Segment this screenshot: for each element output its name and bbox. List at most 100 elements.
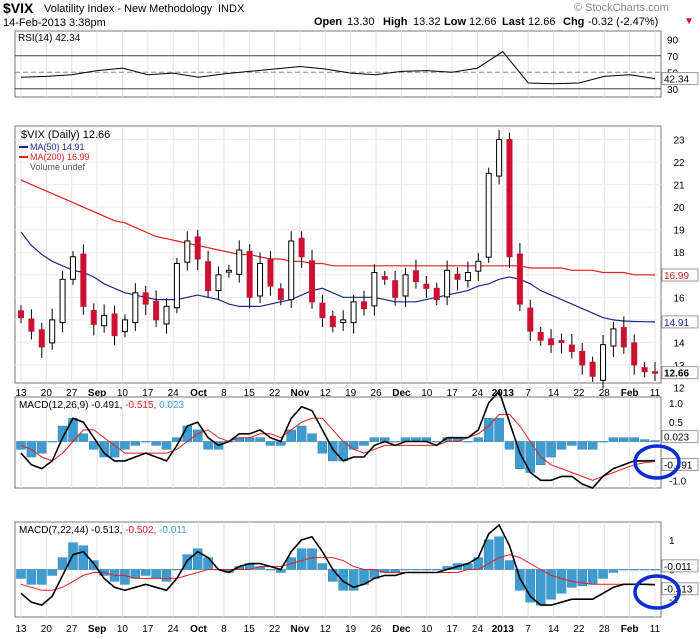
macd2-histogram-bar <box>639 569 650 571</box>
macd2-histogram-bar <box>504 560 515 570</box>
macd2-x-tick-label: 28 <box>599 624 611 635</box>
candle-body <box>600 344 607 381</box>
candle-body <box>423 283 430 289</box>
candle-body <box>184 240 191 263</box>
macd2-x-tick-label: 2013 <box>492 624 515 635</box>
candle-body <box>153 300 160 321</box>
macd2-histogram-bar <box>525 569 536 603</box>
macd1-histogram-bar <box>650 440 660 442</box>
macd1-histogram-bar <box>265 441 276 446</box>
macd1-legend-part-2: -0.515, <box>125 400 159 411</box>
candle-body <box>173 263 180 309</box>
candle-body <box>90 309 97 325</box>
candle-body <box>319 302 326 319</box>
macd2-x-tick-label: Oct <box>190 624 207 635</box>
macd2-x-tick-label: 17 <box>447 624 459 635</box>
macd2-histogram-bar <box>619 569 629 571</box>
candle-body <box>485 172 492 258</box>
candle-body <box>641 367 648 373</box>
macd1-histogram-bar <box>307 433 317 442</box>
candle-body <box>568 344 575 352</box>
rsi-last-value: 42.34 <box>664 75 689 86</box>
price-legend-ma50: MA(50) 14.91 <box>30 142 85 152</box>
price-y-tick-label: 12 <box>673 384 685 395</box>
macd2-histogram-bar <box>172 569 182 571</box>
macd2-x-tick-label: 11 <box>650 624 661 635</box>
macd1-legend-part-3: 0.023 <box>159 400 184 411</box>
candle-body <box>589 361 596 377</box>
macd1-legend: MACD(12,26,9) -0.491, -0.515, 0.023 <box>19 400 185 411</box>
macd2-histogram-bar <box>598 569 608 579</box>
ma200-last-value: 16.99 <box>664 271 689 282</box>
candle-body <box>59 278 66 324</box>
macd1-histogram-bar <box>130 441 141 446</box>
candle-body <box>548 338 555 346</box>
macd2-x-tick-label: 22 <box>573 624 585 635</box>
macd1-histogram-bar <box>577 441 587 450</box>
macd1-histogram-bar <box>296 425 307 442</box>
macd1-histogram-bar <box>608 437 619 442</box>
price-y-tick-label: 14 <box>673 338 685 349</box>
candle-body <box>309 260 316 303</box>
candle-body <box>101 314 108 327</box>
candle-body <box>215 274 222 292</box>
macd2-x-tick-label: 14 <box>548 624 560 635</box>
macd2-histogram-bar <box>26 569 37 585</box>
candle-body <box>329 315 336 328</box>
macd2-histogram-bar <box>47 569 57 576</box>
macd1-legend-part-1: -0.491, <box>91 400 125 411</box>
macd2-legend-part-3: -0.011 <box>159 525 187 536</box>
macd2-x-tick-label: 22 <box>269 624 281 635</box>
macd2-histogram-bar <box>296 548 307 570</box>
macd1-histogram-bar <box>203 441 213 450</box>
macd2-x-tick-label: 19 <box>345 624 357 635</box>
candle-body <box>121 319 128 333</box>
price-y-tick-label: 20 <box>673 203 685 214</box>
macd1-histogram-bar <box>151 441 161 446</box>
candle-body <box>225 269 232 273</box>
candle-body <box>49 319 56 344</box>
candle-body <box>433 287 440 301</box>
rsi-y-tick-label: 30 <box>667 85 679 96</box>
macd2-x-tick-label: 13 <box>15 624 27 635</box>
price-y-tick-label: 22 <box>673 158 685 169</box>
macd1-histogram-bar <box>140 441 151 443</box>
macd1-histogram-bar <box>255 437 265 442</box>
vix-chart: 90705030RSI(14) 42.3442.3423222120191817… <box>14 30 699 635</box>
macd1-histogram-bar <box>639 439 650 442</box>
macd2-x-tick-label: 24 <box>168 624 180 635</box>
macd2-x-tick-label: Sep <box>88 624 106 635</box>
macd2-histogram-bar <box>629 569 639 571</box>
macd2-legend-part-1: -0.513, <box>91 525 125 536</box>
macd2-x-tick-label: 27 <box>66 624 78 635</box>
candle-body <box>194 236 201 260</box>
rsi-panel <box>14 30 662 98</box>
macd2-legend-part-0: MACD(7,22,44) <box>19 525 91 536</box>
macd2-histogram-bar <box>16 569 26 579</box>
candle-body <box>652 371 658 374</box>
macd2-histogram-bar <box>650 569 660 571</box>
candle-body <box>360 301 367 310</box>
macd2-histogram-bar <box>556 569 567 594</box>
macd1-histogram-bar <box>567 441 577 446</box>
macd1-histogram-bar <box>37 441 47 454</box>
macd2-histogram-bar <box>307 548 317 570</box>
macd2-histogram-bar <box>587 569 598 585</box>
candle-body <box>381 276 388 280</box>
candle-body <box>610 328 617 347</box>
rsi-legend: RSI(14) 42.34 <box>18 33 81 44</box>
macd1-histogram-bar <box>244 437 255 442</box>
candle-body <box>454 273 461 280</box>
macd1-y-tick-label: 1.0 <box>669 399 683 410</box>
macd1-histogram-bar <box>317 441 328 454</box>
candle-body <box>475 260 482 272</box>
macd1-histogram-bar <box>556 441 567 450</box>
macd2-histogram-bar <box>494 536 504 570</box>
macd1-histogram-last-value: 0.023 <box>664 433 689 444</box>
price-y-tick-label: 21 <box>673 181 685 192</box>
candle-body <box>288 240 295 301</box>
candle-body <box>38 329 45 348</box>
macd2-x-tick-label: Dec <box>392 624 411 635</box>
macd1-histogram-bar <box>348 441 359 450</box>
macd1-histogram-bar <box>463 441 473 443</box>
